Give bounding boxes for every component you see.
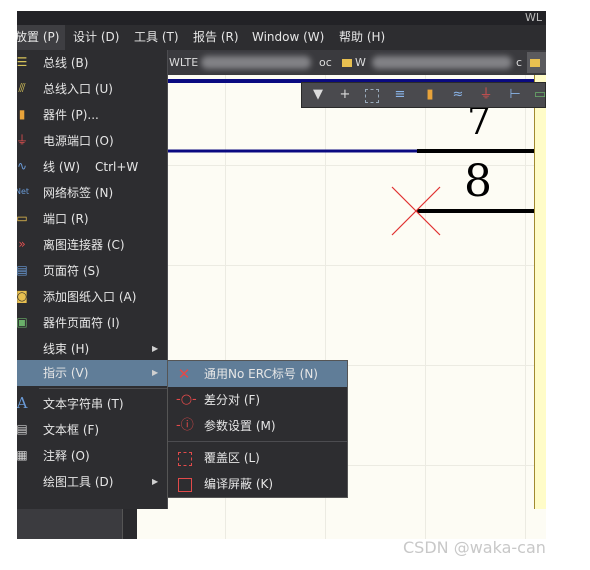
component-body	[534, 75, 546, 509]
part-icon[interactable]: ▮	[422, 87, 438, 103]
pin-number: 8	[464, 156, 492, 207]
compile-mask-icon	[178, 478, 192, 492]
document-tab[interactable]: WLTE	[169, 52, 198, 73]
diff-pair-icon: -○-	[176, 392, 197, 407]
menu-item-device-sheet[interactable]: ▣ 器件页面符 (I)	[17, 310, 167, 336]
menu-item-drawing-tools[interactable]: 绘图工具 (D) ▶	[17, 469, 167, 495]
menu-window[interactable]: Window (W)	[246, 25, 330, 50]
off-sheet-connector-icon: »	[18, 237, 26, 251]
select-rect-icon[interactable]	[365, 89, 379, 103]
file-icon	[530, 59, 540, 67]
port-icon: ▭	[17, 211, 28, 225]
menu-item-bus-entry[interactable]: ⫻ 总线入口 (U)	[17, 76, 167, 102]
menu-help[interactable]: 帮助 (H)	[333, 25, 391, 50]
window-title: WL	[524, 11, 542, 24]
wire-icon: ∿	[17, 159, 28, 173]
menu-item-power-port[interactable]: ⏚ 电源端口 (O)	[17, 128, 167, 154]
sheet-entry-icon: ◙	[17, 289, 28, 303]
active-bar: ▼ + ≡ ▮ ≈ ⏚ ⊢ ▭	[301, 82, 546, 108]
directives-submenu: ✕ 通用No ERC标号 (N) -○- 差分对 (F) -ⓘ 参数设置 (M)…	[167, 360, 348, 498]
menu-item-part[interactable]: ▮ 器件 (P)...	[17, 102, 167, 128]
wire-shortcut: Ctrl+W	[95, 160, 139, 174]
menu-item-text-string[interactable]: A 文本字符串 (T)	[17, 391, 167, 417]
redacted-text	[201, 56, 311, 69]
align-icon[interactable]: ≡	[392, 87, 408, 103]
net-label-icon[interactable]: ⊢	[507, 87, 523, 103]
sheet-symbol-icon: ▤	[17, 263, 28, 277]
chevron-right-icon: ▶	[152, 344, 159, 353]
document-tab-bar: WLTE oc W c	[167, 50, 546, 75]
power-port-icon: ⏚	[17, 133, 28, 147]
text-string-icon: A	[17, 394, 28, 412]
menu-item-sheet-entry[interactable]: ◙ 添加图纸入口 (A)	[17, 284, 167, 310]
menu-item-port[interactable]: ▭ 端口 (R)	[17, 206, 167, 232]
chevron-right-icon: ▶	[152, 368, 159, 377]
menu-design[interactable]: 设计 (D)	[67, 25, 125, 50]
blanket-icon	[178, 452, 192, 466]
parameter-set-icon: -ⓘ	[176, 418, 194, 433]
bus-icon[interactable]: ≈	[450, 87, 466, 103]
port-icon[interactable]: ▭	[532, 87, 546, 103]
title-bar: WL	[17, 11, 546, 25]
document-tab[interactable]: c	[516, 52, 522, 73]
device-sheet-icon: ▣	[17, 315, 28, 329]
menu-item-bus[interactable]: ☰ 总线 (B)	[17, 50, 167, 76]
menu-item-off-sheet-connector[interactable]: » 离图连接器 (C)	[17, 232, 167, 258]
menu-item-parameter-set[interactable]: -ⓘ 参数设置 (M)	[168, 413, 347, 439]
menu-item-sheet-symbol[interactable]: ▤ 页面符 (S)	[17, 258, 167, 284]
app-window: WL 放置 (P) 设计 (D) 工具 (T) 报告 (R) Window (W…	[17, 11, 546, 539]
filter-icon[interactable]: ▼	[310, 87, 326, 103]
menu-item-diff-pair[interactable]: -○- 差分对 (F)	[168, 387, 347, 413]
chevron-right-icon: ▶	[152, 477, 159, 486]
menu-item-no-erc[interactable]: ✕ 通用No ERC标号 (N)	[168, 361, 347, 387]
document-tab[interactable]: W	[342, 52, 366, 73]
menu-item-harness[interactable]: 线束 (H) ▶	[17, 336, 167, 362]
text-frame-icon: ▤	[17, 422, 28, 436]
watermark: CSDN @waka-can	[403, 538, 546, 557]
menu-item-blanket[interactable]: 覆盖区 (L)	[168, 445, 347, 471]
menu-item-text-frame[interactable]: ▤ 文本框 (F)	[17, 417, 167, 443]
part-icon: ▮	[18, 107, 26, 121]
no-erc-icon: ✕	[177, 365, 191, 383]
menu-tools[interactable]: 工具 (T)	[128, 25, 185, 50]
bus-entry-icon: ⫻	[18, 81, 26, 95]
crosshair-icon[interactable]: +	[337, 87, 353, 103]
menu-bar: 放置 (P) 设计 (D) 工具 (T) 报告 (R) Window (W) 帮…	[17, 25, 546, 50]
menu-item-directives[interactable]: 指示 (V) ▶	[17, 360, 167, 386]
menu-place[interactable]: 放置 (P)	[17, 25, 66, 50]
net-label-icon: Net	[17, 187, 30, 196]
note-icon: ▦	[17, 448, 28, 462]
menu-separator	[168, 441, 347, 442]
power-icon[interactable]: ⏚	[478, 87, 494, 103]
place-menu: ☰ 总线 (B) ⫻ 总线入口 (U) ▮ 器件 (P)... ⏚ 电源端口 (…	[17, 50, 168, 509]
menu-reports[interactable]: 报告 (R)	[187, 25, 245, 50]
menu-item-compile-mask[interactable]: 编译屏蔽 (K)	[168, 471, 347, 497]
redacted-text	[372, 56, 512, 69]
document-tab[interactable]: oc	[319, 52, 332, 73]
bus-icon: ☰	[17, 55, 28, 69]
menu-item-note[interactable]: ▦ 注释 (O)	[17, 443, 167, 469]
menu-item-net-label[interactable]: Net 网络标签 (N)	[17, 180, 167, 206]
file-icon	[342, 59, 352, 67]
document-tab[interactable]	[527, 52, 546, 73]
menu-separator	[39, 388, 167, 389]
menu-item-wire[interactable]: ∿ 线 (W) Ctrl+W	[17, 154, 167, 180]
